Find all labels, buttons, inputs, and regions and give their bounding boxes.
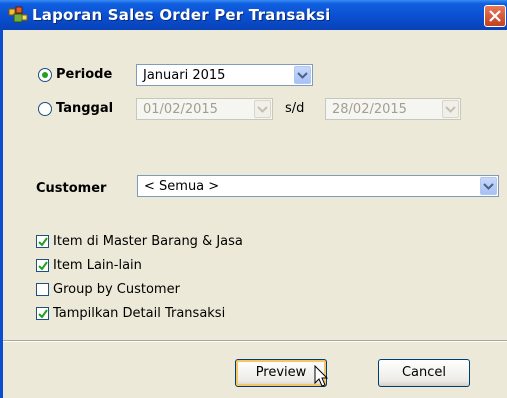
option-label: Group by Customer (53, 282, 180, 297)
checkbox-group-by-customer[interactable] (36, 283, 49, 296)
close-button[interactable] (484, 5, 506, 27)
customer-label: Customer (36, 181, 107, 196)
option-label: Item Lain-lain (53, 258, 142, 273)
customer-value: < Semua > (144, 179, 220, 194)
chevron-down-icon[interactable] (480, 177, 497, 195)
periode-radio[interactable] (38, 68, 52, 82)
check-icon (38, 261, 48, 271)
checkbox-item-master[interactable] (36, 235, 49, 248)
dialog-window: Laporan Sales Order Per Transaksi Period… (0, 0, 507, 398)
check-icon (38, 309, 48, 319)
separator (3, 340, 507, 342)
chevron-down-icon[interactable] (254, 100, 271, 118)
tanggal-radio[interactable] (38, 102, 52, 116)
checkbox-item-lain[interactable] (36, 259, 49, 272)
window-title: Laporan Sales Order Per Transaksi (32, 6, 331, 24)
app-icon (8, 6, 28, 23)
cancel-button[interactable]: Cancel (378, 359, 470, 387)
chevron-down-icon[interactable] (442, 100, 459, 118)
mouse-cursor-icon (314, 365, 329, 387)
option-label: Tampilkan Detail Transaksi (53, 306, 226, 321)
tanggal-to-value: 28/02/2015 (332, 102, 407, 117)
dialog-body: Periode Januari 2015 Tanggal 01/02/2015 … (0, 30, 507, 398)
tanggal-from-value: 01/02/2015 (143, 102, 218, 117)
close-icon (489, 10, 501, 22)
checkbox-detail-transaksi[interactable] (36, 307, 49, 320)
periode-select[interactable]: Januari 2015 (136, 64, 313, 86)
check-icon (38, 237, 48, 247)
date-range-separator: s/d (285, 101, 305, 116)
tanggal-from-select[interactable]: 01/02/2015 (136, 98, 273, 120)
title-bar[interactable]: Laporan Sales Order Per Transaksi (0, 0, 507, 30)
tanggal-to-select[interactable]: 28/02/2015 (325, 98, 461, 120)
periode-value: Januari 2015 (143, 68, 226, 83)
option-label: Item di Master Barang & Jasa (53, 234, 243, 249)
periode-label: Periode (56, 67, 113, 82)
chevron-down-icon[interactable] (294, 66, 311, 84)
customer-select[interactable]: < Semua > (137, 175, 499, 197)
tanggal-label: Tanggal (56, 101, 114, 116)
